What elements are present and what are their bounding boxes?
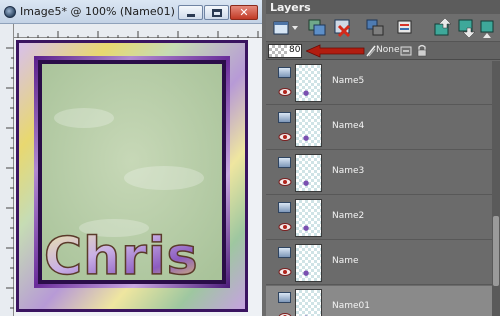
new-layer-button[interactable] (270, 17, 300, 39)
app-icon[interactable] (4, 6, 16, 18)
layer-name: Name2 (332, 211, 365, 221)
layer-row-name2[interactable]: ● Name2 (266, 196, 492, 240)
layer-options-bar: 80 None (266, 42, 500, 60)
merge-layer-icon (366, 19, 384, 36)
visibility-icon[interactable] (278, 267, 292, 277)
delete-layer-icon (334, 19, 351, 38)
layer-name: Name5 (332, 76, 365, 86)
visibility-icon[interactable] (278, 87, 292, 97)
close-icon: ✕ (239, 6, 249, 19)
image-window: Image5* @ 100% (Name01) ✕ Chris (0, 0, 262, 316)
merge-layer-button[interactable] (364, 17, 386, 39)
vertical-ruler[interactable] (0, 24, 14, 316)
layer-properties-button[interactable] (394, 17, 416, 39)
layer-row-name[interactable]: ● Name (266, 241, 492, 285)
minimize-icon (186, 13, 195, 17)
visibility-icon[interactable] (278, 177, 292, 187)
layer-type-icon (278, 292, 291, 303)
artwork-title: Chris (44, 227, 199, 287)
thumbnail-mark: ● (303, 269, 310, 277)
opacity-field[interactable]: 80 (268, 44, 302, 58)
delete-layer-button[interactable] (332, 17, 354, 39)
image-titlebar[interactable]: Image5* @ 100% (Name01) ✕ (0, 0, 262, 24)
move-layer-up-button[interactable] (432, 17, 454, 39)
layers-list: ● Name5 ● Name4 ● Name3 ● Name2 ● Name N… (266, 61, 492, 316)
window-title: Image5* @ 100% (Name01) (20, 5, 175, 18)
layer-type-icon (278, 247, 291, 258)
layer-type-icon (278, 112, 291, 123)
layer-group-icon (480, 20, 494, 38)
horizontal-ruler-ticks (17, 31, 259, 39)
layers-toolbar (266, 14, 500, 42)
layers-palette: Layers 80 None ● Name5 ● Name4 ● Name3 ●… (266, 0, 500, 316)
layer-thumbnail: ● (295, 154, 322, 192)
opacity-swatch (269, 45, 287, 57)
duplicate-layer-icon (308, 19, 326, 36)
layer-thumbnail: ● (295, 244, 322, 282)
thumbnail-mark: ● (303, 89, 310, 97)
layers-title: Layers (270, 1, 311, 14)
thumbnail-mark: ● (303, 179, 310, 187)
opacity-value: 80 (289, 45, 301, 55)
layer-name: Name (332, 256, 359, 266)
layer-thumbnail: ● (295, 199, 322, 237)
screen: Image5* @ 100% (Name01) ✕ Chris Layers 8… (0, 0, 500, 316)
move-layer-up-icon (434, 17, 452, 36)
layer-name: Name01 (332, 301, 371, 311)
close-button[interactable]: ✕ (230, 5, 258, 20)
blend-mode-select[interactable]: None (376, 45, 399, 55)
layer-name: Name3 (332, 166, 365, 176)
layer-name: Name4 (332, 121, 365, 131)
lock-icon[interactable] (416, 44, 428, 57)
layers-scrollbar[interactable] (492, 61, 500, 316)
move-layer-down-button[interactable] (456, 17, 478, 39)
artwork: Chris (16, 40, 248, 312)
horizontal-ruler[interactable] (14, 24, 262, 39)
vertical-ruler-ticks (6, 47, 14, 309)
move-layer-down-icon (458, 19, 476, 39)
visibility-icon[interactable] (278, 312, 292, 316)
thumbnail-mark: ● (303, 224, 310, 232)
duplicate-layer-button[interactable] (306, 17, 328, 39)
visibility-icon[interactable] (278, 222, 292, 232)
layer-properties-icon (397, 20, 412, 34)
layer-row-name5[interactable]: ● Name5 (266, 61, 492, 105)
link-icon[interactable] (400, 45, 412, 57)
visibility-icon[interactable] (278, 132, 292, 142)
maximize-button[interactable] (204, 5, 229, 20)
red-arrow-icon (306, 44, 365, 58)
layer-type-icon (278, 202, 291, 213)
layer-type-icon (278, 157, 291, 168)
layer-group-button[interactable] (478, 17, 498, 39)
layer-thumbnail: ● (295, 109, 322, 147)
image-canvas[interactable]: Chris (14, 38, 262, 316)
maximize-icon (211, 8, 222, 17)
scrollbar-thumb[interactable] (493, 216, 499, 286)
blend-mode-icon (366, 45, 376, 57)
layer-row-name01[interactable]: ● Name01 (266, 286, 492, 316)
layer-thumbnail: ● (295, 289, 322, 316)
thumbnail-mark: ● (303, 134, 310, 142)
new-layer-icon (273, 21, 298, 35)
layers-header[interactable]: Layers (266, 0, 500, 14)
layer-type-icon (278, 67, 291, 78)
minimize-button[interactable] (178, 5, 203, 20)
layer-row-name3[interactable]: ● Name3 (266, 151, 492, 195)
layer-row-name4[interactable]: ● Name4 (266, 106, 492, 150)
layer-thumbnail: ● (295, 64, 322, 102)
